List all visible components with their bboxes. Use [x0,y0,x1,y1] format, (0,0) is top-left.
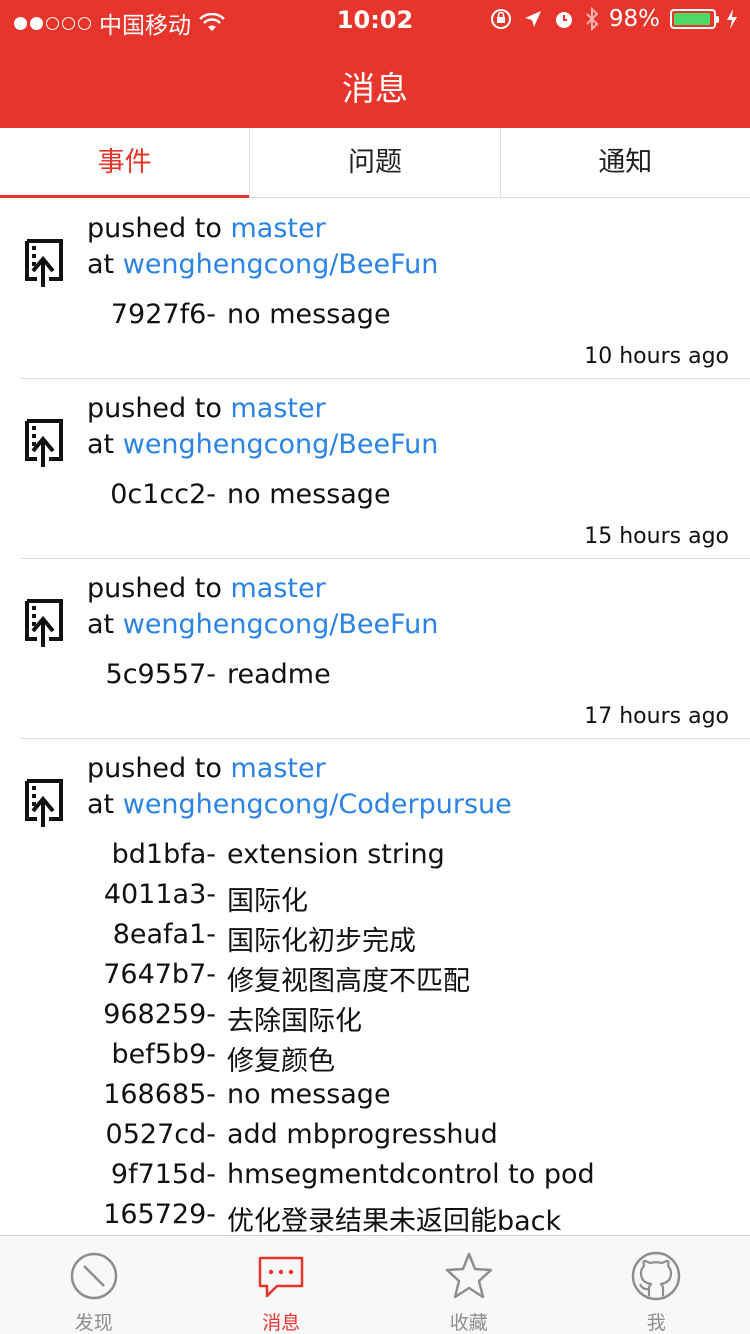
segment-control: 事件 问题 通知 [0,128,750,198]
event-time: 10 hours ago [584,344,729,369]
branch-link[interactable]: master [230,393,325,424]
tab-label: 我 [646,1312,666,1334]
commit-message: 修复视图高度不匹配 [227,966,470,997]
repo-link[interactable]: wenghengcong/Coderpursue [123,789,512,820]
event-repo: at wenghengcong/BeeFun [87,609,438,640]
tab-messages[interactable]: 消息 [188,1236,376,1334]
commit-message: no message [227,1079,391,1110]
tab-me[interactable]: 我 [563,1236,750,1334]
compass-icon [70,1252,117,1300]
event-repo: at wenghengcong/BeeFun [87,429,438,460]
commit-message: no message [227,299,391,330]
charging-icon [727,9,737,29]
event-repo: at wenghengcong/Coderpursue [87,789,512,820]
event-repo: at wenghengcong/BeeFun [87,249,438,280]
commit-message: 修复颜色 [227,1046,335,1077]
push-icon [25,599,63,647]
push-icon [25,239,63,287]
commit-sha: 9f715d- [110,1159,216,1190]
battery-fill [674,13,711,25]
commit-message: extension string [227,839,445,870]
action-text: pushed to [87,573,222,604]
battery-icon [670,9,719,29]
message-icon [259,1256,304,1298]
commit-message: 国际化 [227,886,308,917]
commit-sha: bd1bfa- [111,839,216,870]
star-icon [445,1252,492,1299]
commit-sha: 4011a3- [103,879,216,910]
github-icon [632,1251,681,1301]
event-item[interactable]: pushed to master at wenghengcong/BeeFun … [0,199,750,379]
action-text: pushed to [87,753,222,784]
tab-bar: 发现 消息 收藏 我 [0,1235,750,1334]
action-text: pushed to [87,213,222,244]
tab-label: 消息 [262,1312,301,1334]
event-action: pushed to master [87,213,326,244]
tab-discover[interactable]: 发现 [0,1236,188,1334]
commit-sha: 165729- [103,1199,216,1230]
commit-message: hmsegmentdcontrol to pod [227,1159,595,1190]
event-item[interactable]: pushed to master at wenghengcong/BeeFun … [0,379,750,559]
at-text: at [87,609,115,640]
commit-sha: 5c9557- [105,659,216,690]
branch-link[interactable]: master [230,573,325,604]
commit-sha: 0c1cc2- [110,479,216,510]
commit-sha: 7927f6- [110,299,216,330]
page-title: 消息 [342,69,408,108]
event-time: 15 hours ago [584,524,729,549]
rotation-lock-icon [490,9,511,29]
branch-link[interactable]: master [230,753,325,784]
commit-sha: 968259- [103,999,216,1030]
commit-message: no message [227,479,391,510]
event-action: pushed to master [87,753,326,784]
bluetooth-icon [586,7,599,31]
commit-sha: 168685- [103,1079,216,1110]
event-feed: pushed to master at wenghengcong/BeeFun … [0,199,750,1235]
commit-message: 优化登录结果未返回能back [227,1206,562,1235]
at-text: at [87,249,115,280]
status-right: 98% [489,6,738,32]
commit-message: add mbprogresshud [227,1119,498,1150]
status-bar: 中国移动 10:02 98% [0,0,750,40]
header: 中国移动 10:02 98% 消息 [0,0,750,128]
commit-sha: bef5b9- [111,1039,217,1070]
location-icon [524,11,541,27]
repo-link[interactable]: wenghengcong/BeeFun [123,609,439,640]
commit-sha: 0527cd- [105,1119,216,1150]
event-action: pushed to master [87,573,326,604]
at-text: at [87,789,115,820]
repo-link[interactable]: wenghengcong/BeeFun [123,429,439,460]
alarm-icon [555,12,572,28]
branch-link[interactable]: master [230,213,325,244]
commit-sha: 7647b7- [103,959,216,990]
tab-label: 收藏 [449,1312,488,1334]
tab-favorites[interactable]: 收藏 [375,1236,563,1334]
tab-label: 发现 [74,1312,113,1334]
at-text: at [87,429,115,460]
event-item[interactable]: pushed to master at wenghengcong/BeeFun … [0,559,750,739]
action-text: pushed to [87,393,222,424]
commit-message: readme [227,659,331,690]
commit-sha: 8eafa1- [112,919,216,950]
segment-issues[interactable]: 问题 [249,128,499,197]
commit-message: 国际化初步完成 [227,926,416,957]
event-item[interactable]: pushed to master at wenghengcong/Coderpu… [0,739,750,1235]
event-action: pushed to master [87,393,326,424]
push-icon [25,779,63,827]
push-icon [25,419,63,467]
repo-link[interactable]: wenghengcong/BeeFun [123,249,439,280]
battery-percent: 98% [608,6,660,32]
event-time: 17 hours ago [584,704,729,729]
commit-message: 去除国际化 [227,1006,362,1037]
segment-notifications[interactable]: 通知 [499,128,750,197]
segment-events[interactable]: 事件 [0,128,250,198]
